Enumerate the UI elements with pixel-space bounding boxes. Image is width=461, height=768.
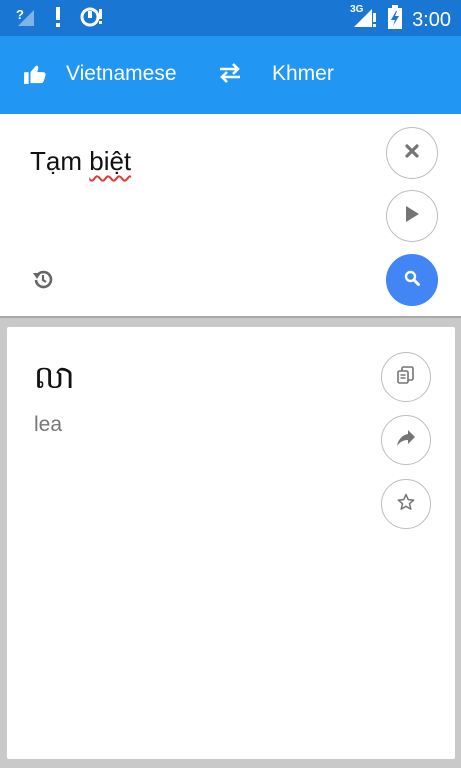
- input-text-field[interactable]: Tạm biệt: [30, 144, 131, 178]
- copy-icon: [397, 365, 415, 389]
- clear-button[interactable]: [386, 127, 438, 179]
- sync-icon: [80, 6, 104, 33]
- input-panel: Tạm biệt: [0, 114, 461, 318]
- result-card: លា lea: [7, 327, 455, 759]
- search-button[interactable]: [386, 254, 438, 306]
- status-time: 3:00: [412, 8, 451, 31]
- signal-unknown-icon: ?: [14, 6, 36, 33]
- signal-icon: 3G: [350, 4, 378, 33]
- favorite-button[interactable]: [381, 479, 431, 529]
- search-icon: [404, 270, 420, 291]
- battery-icon: [388, 5, 403, 34]
- share-button[interactable]: [381, 415, 431, 465]
- app-bar: Vietnamese Khmer: [0, 36, 461, 114]
- copy-button[interactable]: [381, 352, 431, 402]
- play-icon: [405, 205, 419, 227]
- swap-icon[interactable]: [218, 63, 242, 88]
- thumb-up-icon[interactable]: [24, 64, 46, 89]
- play-button[interactable]: [386, 190, 438, 242]
- network-type-label: 3G: [350, 4, 364, 15]
- status-bar: ? 3G 3:00: [0, 0, 461, 36]
- input-text-misspelled-word: biệt: [89, 146, 132, 176]
- target-language-button[interactable]: Khmer: [272, 60, 334, 88]
- alert-icon: [54, 6, 62, 33]
- romanization-text: lea: [34, 413, 63, 436]
- translation-text: លា: [34, 358, 75, 396]
- history-icon[interactable]: [33, 269, 53, 294]
- source-language-button[interactable]: Vietnamese: [66, 60, 177, 88]
- clear-icon: [405, 143, 419, 163]
- svg-text:?: ?: [16, 7, 24, 22]
- star-icon: [397, 493, 415, 516]
- share-icon: [397, 429, 415, 451]
- input-text-prefix: Tạm: [30, 146, 90, 176]
